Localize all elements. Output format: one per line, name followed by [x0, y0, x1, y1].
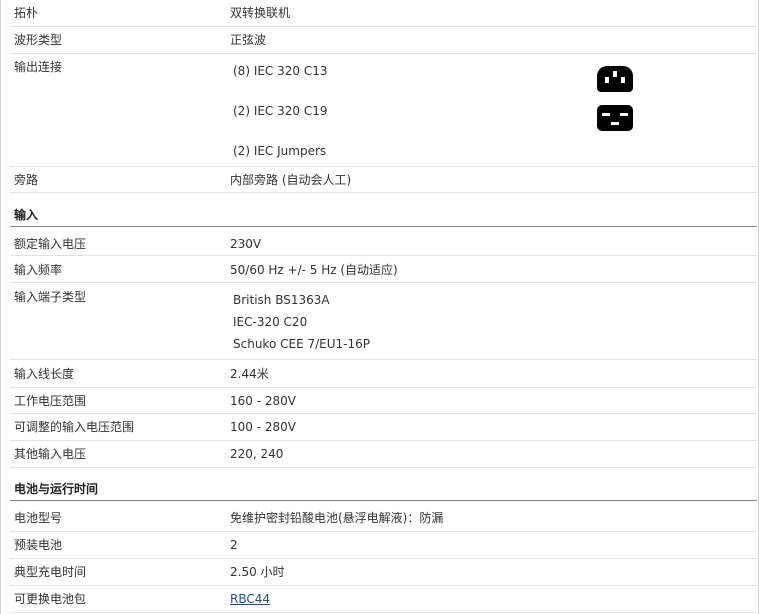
- spec-label: 可更换电池包: [14, 592, 87, 606]
- spec-value: 双转换联机: [230, 6, 291, 20]
- spec-value: 230V: [230, 237, 262, 251]
- spec-label: 输出连接: [14, 60, 63, 74]
- spec-row-input-connections: 输入端子类型 British BS1363A IEC-320 C20 Schuk…: [10, 283, 757, 360]
- output-connection-item: (8) IEC 320 C13: [233, 64, 328, 78]
- spec-row-cord-length: 输入线长度 2.44米: [10, 360, 757, 388]
- spec-label: 预装电池: [14, 538, 63, 552]
- spec-label: 其他输入电压: [14, 447, 87, 461]
- input-connection-item: Schuko CEE 7/EU1-16P: [233, 337, 370, 351]
- spec-table: 拓朴 双转换联机 波形类型 正弦波 输出连接 (8) IEC 320 C13 (…: [0, 0, 759, 614]
- iec-c19-outlet-icon: [597, 105, 633, 131]
- spec-value: 免维护密封铅酸电池(悬浮电解液)：防漏: [230, 511, 444, 525]
- spec-label: 电池型号: [14, 511, 63, 525]
- spec-label: 输入频率: [14, 263, 63, 277]
- spec-label: 旁路: [14, 173, 39, 187]
- spec-value: 2.50 小时: [230, 565, 285, 579]
- section-header-battery: 电池与运行时间: [10, 468, 757, 501]
- spec-label: 输入线长度: [14, 367, 75, 381]
- spec-value: 50/60 Hz +/- 5 Hz (自动适应): [230, 263, 398, 277]
- output-connection-item: (2) IEC Jumpers: [233, 144, 327, 158]
- spec-row-input-frequency: 输入频率 50/60 Hz +/- 5 Hz (自动适应): [10, 256, 757, 283]
- spec-value: 2: [230, 538, 238, 552]
- spec-label: 输入端子类型: [14, 290, 87, 304]
- input-connection-item: IEC-320 C20: [233, 315, 308, 329]
- spec-value: 正弦波: [230, 33, 267, 47]
- spec-row-other-input-voltages: 其他输入电压 220, 240: [10, 441, 757, 468]
- spec-row-output-connections: 输出连接 (8) IEC 320 C13 (2) IEC 320 C19 (2)…: [10, 54, 757, 167]
- section-header-input: 输入: [10, 193, 757, 227]
- spec-row-input-voltage-range: 工作电压范围 160 - 280V: [10, 388, 757, 414]
- spec-label: 波形类型: [14, 33, 63, 47]
- spec-value: 内部旁路 (自动会人工): [230, 173, 352, 187]
- spec-row-preinstalled-batteries: 预装电池 2: [10, 532, 757, 559]
- spec-row-recharge-time: 典型充电时间 2.50 小时: [10, 559, 757, 586]
- spec-value: 160 - 280V: [230, 394, 296, 408]
- spec-row-nominal-input-voltage: 额定输入电压 230V: [10, 232, 757, 256]
- spec-label: 拓朴: [14, 6, 39, 20]
- spec-row-battery-type: 电池型号 免维护密封铅酸电池(悬浮电解液)：防漏: [10, 505, 757, 532]
- spec-value: 2.44米: [230, 367, 269, 381]
- replacement-battery-link[interactable]: RBC44: [230, 591, 270, 607]
- spec-label: 额定输入电压: [14, 237, 87, 251]
- spec-row-waveform: 波形类型 正弦波: [10, 27, 757, 54]
- spec-row-bypass: 旁路 内部旁路 (自动会人工): [10, 167, 757, 193]
- spec-value: 220, 240: [230, 447, 284, 461]
- spec-row-replacement-battery: 可更换电池包 RBC44: [10, 586, 757, 613]
- section-title: 电池与运行时间: [14, 482, 99, 496]
- spec-label: 可调整的输入电压范围: [14, 420, 135, 434]
- iec-c13-outlet-icon: [597, 66, 633, 92]
- spec-row-topology: 拓朴 双转换联机: [10, 0, 757, 27]
- input-connection-item: British BS1363A: [233, 293, 330, 307]
- spec-label: 典型充电时间: [14, 565, 87, 579]
- section-title: 输入: [14, 208, 39, 222]
- spec-value: 100 - 280V: [230, 420, 296, 434]
- spec-label: 工作电压范围: [14, 394, 87, 408]
- output-connection-item: (2) IEC 320 C19: [233, 104, 328, 118]
- spec-row-adjustable-voltage-range: 可调整的输入电压范围 100 - 280V: [10, 414, 757, 441]
